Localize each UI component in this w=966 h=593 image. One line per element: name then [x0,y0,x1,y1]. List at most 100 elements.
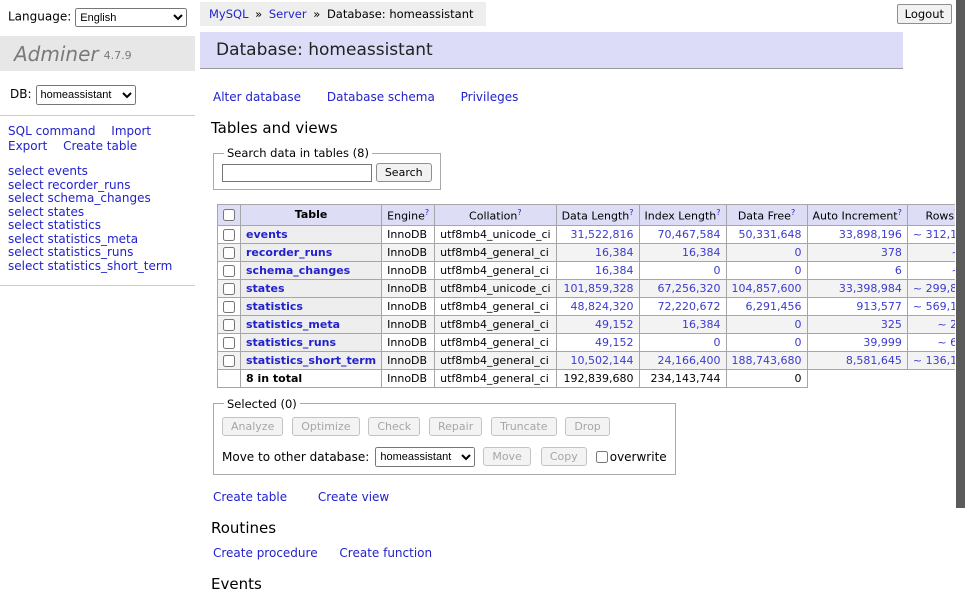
engine-cell: InnoDB [382,279,435,297]
truncate-button[interactable]: Truncate [491,417,556,436]
data-length-cell[interactable]: 49,152 [556,315,639,333]
auto-increment-cell[interactable]: 33,898,196 [807,225,907,243]
auto-increment-cell[interactable]: 913,577 [807,297,907,315]
table-name-link[interactable]: statistics_short_term [246,354,376,367]
index-length-cell[interactable]: 0 [639,261,726,279]
row-checkbox[interactable] [223,337,235,349]
data-free-cell[interactable]: 0 [726,261,807,279]
repair-button[interactable]: Repair [429,417,482,436]
auto-increment-cell[interactable]: 33,398,984 [807,279,907,297]
database-schema-link[interactable]: Database schema [327,90,435,104]
data-free-cell[interactable]: 0 [726,315,807,333]
alter-database-link[interactable]: Alter database [213,90,301,104]
sql-command-link[interactable]: SQL command [8,124,95,138]
table-name-link[interactable]: recorder_runs [246,246,332,259]
move-database-select[interactable]: homeassistant [375,447,475,467]
data-length-cell[interactable]: 31,522,816 [556,225,639,243]
sidebar-item-select-schema-changes[interactable]: select schema_changes [8,192,195,205]
db-select[interactable]: homeassistant [36,85,136,105]
row-checkbox[interactable] [223,229,235,241]
drop-button[interactable]: Drop [565,417,609,436]
auto-increment-cell[interactable]: 378 [807,243,907,261]
table-name-link[interactable]: statistics [246,300,303,313]
data-length-cell[interactable]: 101,859,328 [556,279,639,297]
analyze-button[interactable]: Analyze [222,417,283,436]
data-length-cell[interactable]: 49,152 [556,333,639,351]
row-checkbox[interactable] [223,355,235,367]
create-table-link[interactable]: Create table [213,490,287,504]
index-length-cell[interactable]: 70,467,584 [639,225,726,243]
data-length-cell[interactable]: 48,824,320 [556,297,639,315]
import-link[interactable]: Import [111,124,151,138]
index-length-cell[interactable]: 16,384 [639,243,726,261]
table-name-link[interactable]: states [246,282,285,295]
auto-increment-cell[interactable]: 39,999 [807,333,907,351]
sidebar-item-select-statistics-short-term[interactable]: select statistics_short_term [8,260,195,273]
help-link[interactable]: ? [517,208,521,217]
search-button[interactable]: Search [376,163,432,182]
create-function-link[interactable]: Create function [339,546,432,560]
help-link[interactable]: ? [425,208,429,217]
breadcrumb-server-link[interactable]: Server [269,7,307,21]
row-checkbox[interactable] [223,247,235,259]
auto-increment-cell[interactable]: 6 [807,261,907,279]
table-name-link[interactable]: schema_changes [246,264,350,277]
overwrite-checkbox[interactable] [596,451,608,463]
data-length-cell[interactable]: 10,502,144 [556,351,639,369]
help-link[interactable]: ? [898,208,902,217]
copy-button[interactable]: Copy [541,447,587,466]
column-header-index-length: Index Length? [639,205,726,226]
breadcrumb-mysql-link[interactable]: MySQL [209,7,249,21]
adminer-logo[interactable]: Adminer [14,42,99,66]
table-name-link[interactable]: statistics_runs [246,336,336,349]
row-checkbox[interactable] [223,265,235,277]
adminer-version[interactable]: 4.7.9 [104,45,132,62]
search-input[interactable] [222,164,372,182]
row-checkbox[interactable] [223,301,235,313]
sidebar-item-select-recorder-runs[interactable]: select recorder_runs [8,179,195,192]
index-length-cell[interactable]: 24,166,400 [639,351,726,369]
breadcrumb-separator: » [255,7,262,21]
data-free-cell[interactable]: 188,743,680 [726,351,807,369]
table-name-link[interactable]: events [246,228,288,241]
logout-button[interactable]: Logout [897,4,952,24]
data-free-cell[interactable]: 6,291,456 [726,297,807,315]
sidebar-item-select-statistics-runs[interactable]: select statistics_runs [8,246,195,259]
engine-cell: InnoDB [382,243,435,261]
create-view-link[interactable]: Create view [318,490,389,504]
row-checkbox[interactable] [223,283,235,295]
search-fieldset: Search data in tables (8) Search [213,146,441,190]
language-select[interactable]: English [75,8,187,27]
vertical-scrollbar[interactable] [955,0,966,543]
row-checkbox[interactable] [223,319,235,331]
scrollbar-thumb[interactable] [956,0,965,508]
index-length-cell[interactable]: 72,220,672 [639,297,726,315]
help-link[interactable]: ? [791,208,795,217]
create-procedure-link[interactable]: Create procedure [213,546,318,560]
data-free-cell[interactable]: 0 [726,333,807,351]
data-length-cell[interactable]: 16,384 [556,243,639,261]
select-all-checkbox[interactable] [223,209,235,221]
check-button[interactable]: Check [368,417,420,436]
data-free-cell[interactable]: 0 [726,243,807,261]
table-name-link[interactable]: statistics_meta [246,318,340,331]
optimize-button[interactable]: Optimize [292,417,359,436]
sidebar-item-select-events[interactable]: select events [8,165,195,178]
export-link[interactable]: Export [8,139,47,153]
privileges-link[interactable]: Privileges [461,90,519,104]
create-table-link-sidebar[interactable]: Create table [63,139,137,153]
data-length-cell[interactable]: 16,384 [556,261,639,279]
sidebar-item-select-states[interactable]: select states [8,206,195,219]
data-free-cell[interactable]: 50,331,648 [726,225,807,243]
auto-increment-cell[interactable]: 325 [807,315,907,333]
data-free-cell[interactable]: 104,857,600 [726,279,807,297]
help-link[interactable]: ? [716,208,720,217]
index-length-cell[interactable]: 67,256,320 [639,279,726,297]
auto-increment-cell[interactable]: 8,581,645 [807,351,907,369]
index-length-cell[interactable]: 0 [639,333,726,351]
help-link[interactable]: ? [629,208,633,217]
index-length-cell[interactable]: 16,384 [639,315,726,333]
move-button[interactable]: Move [483,447,531,466]
sidebar-item-select-statistics[interactable]: select statistics [8,219,195,232]
sidebar-item-select-statistics-meta[interactable]: select statistics_meta [8,233,195,246]
